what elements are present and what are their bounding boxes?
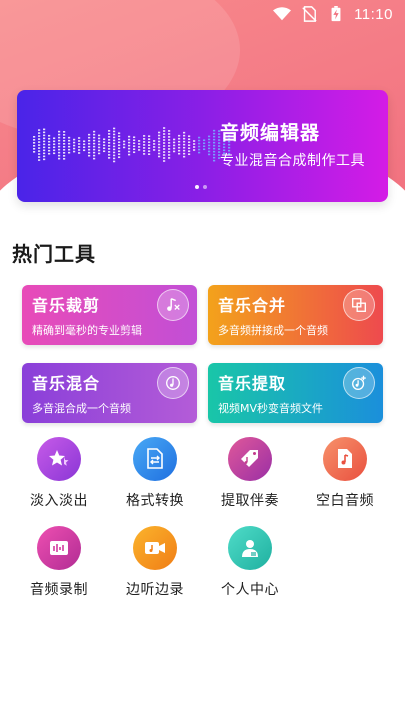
music-cut-icon <box>157 289 189 321</box>
tool-label: 空白音频 <box>316 493 374 509</box>
record-icon <box>37 526 81 570</box>
pagination-dot-active <box>195 185 199 189</box>
blank-audio-icon <box>323 437 367 481</box>
card-subtitle: 视频MV秒变音频文件 <box>218 402 324 415</box>
tool-label: 淡入淡出 <box>30 493 88 509</box>
card-title: 音乐合并 <box>218 296 287 315</box>
card-music-mix[interactable]: 音乐混合 多音混合成一个音频 <box>22 363 197 423</box>
card-music-merge[interactable]: 音乐合并 多音频拼接成一个音频 <box>208 285 383 345</box>
tool-label: 边听边录 <box>126 582 184 598</box>
tool-label: 提取伴奏 <box>221 493 279 509</box>
tool-extract-accompaniment[interactable]: 提取伴奏 <box>205 437 295 517</box>
banner[interactable]: 音频编辑器 专业混音合成制作工具 <box>17 90 388 202</box>
card-subtitle: 多音混合成一个音频 <box>32 402 131 415</box>
section-title: 热门工具 <box>12 242 96 266</box>
video-record-icon <box>133 526 177 570</box>
card-subtitle: 精确到毫秒的专业剪辑 <box>32 324 142 337</box>
tool-fade[interactable]: 淡入淡出 <box>14 437 104 517</box>
battery-charging-icon <box>331 6 341 22</box>
tool-format-convert[interactable]: 格式转换 <box>110 437 200 517</box>
tool-label: 格式转换 <box>126 493 184 509</box>
status-time: 11:10 <box>354 5 393 23</box>
banner-pagination <box>195 185 207 189</box>
card-title: 音乐提取 <box>218 374 287 393</box>
tag-music-icon <box>228 437 272 481</box>
file-convert-icon <box>133 437 177 481</box>
extract-icon <box>343 367 375 399</box>
wifi-icon <box>273 7 292 21</box>
banner-subtitle: 专业混音合成制作工具 <box>220 153 365 169</box>
card-title: 音乐混合 <box>32 374 101 393</box>
tool-label: 个人中心 <box>221 582 279 598</box>
no-sim-icon <box>302 6 317 22</box>
status-bar: 11:10 <box>0 0 405 28</box>
banner-title: 音频编辑器 <box>220 122 321 144</box>
card-subtitle: 多音频拼接成一个音频 <box>218 324 328 337</box>
card-title: 音乐裁剪 <box>32 296 101 315</box>
tool-audio-record[interactable]: 音频录制 <box>14 526 104 606</box>
tool-label: 音频录制 <box>30 582 88 598</box>
card-music-extract[interactable]: 音乐提取 视频MV秒变音频文件 <box>208 363 383 423</box>
user-icon <box>228 526 272 570</box>
tool-personal-center[interactable]: 个人中心 <box>205 526 295 606</box>
mix-icon <box>157 367 189 399</box>
card-music-cut[interactable]: 音乐裁剪 精确到毫秒的专业剪辑 <box>22 285 197 345</box>
waveform-graphic <box>33 127 231 163</box>
pagination-dot <box>203 185 207 189</box>
star-fade-icon <box>37 437 81 481</box>
tool-listen-record[interactable]: 边听边录 <box>110 526 200 606</box>
merge-icon <box>343 289 375 321</box>
tool-blank-audio[interactable]: 空白音频 <box>300 437 390 517</box>
